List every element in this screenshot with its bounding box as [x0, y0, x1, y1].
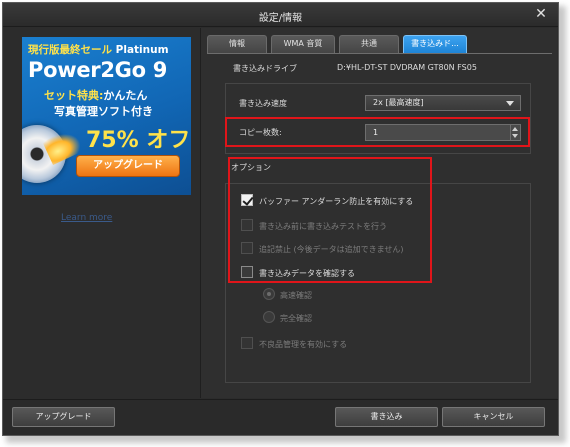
defect-management-checkbox[interactable]	[241, 337, 253, 349]
options-highlight-box	[228, 157, 432, 283]
tab-divider	[207, 53, 552, 54]
write-speed-select[interactable]: 2x [最高速度]	[365, 95, 521, 111]
fast-verify-label: 高速確認	[280, 291, 312, 300]
dialog-title: 設定/情報	[258, 13, 303, 24]
right-pane: 情報 WMA 音質 共通 書き込みド... 書き込みドライブ D:¥HL-DT-…	[200, 28, 557, 398]
left-pane: 現行版最終セール Platinum Power2Go 9 セット特典:かんたん …	[3, 28, 199, 398]
promo-sale-label: 現行版最終セール	[28, 44, 112, 56]
promo-upgrade-button[interactable]: アップグレード	[76, 155, 180, 177]
fast-verify-radio[interactable]	[263, 288, 275, 300]
tab-wma-quality[interactable]: WMA 音質	[271, 35, 335, 53]
promo-sale-text: 現行版最終セール Platinum	[28, 42, 169, 57]
promo-discount: 75% オフ	[86, 128, 191, 153]
copies-highlight-box	[225, 117, 530, 147]
full-verify-label: 完全確認	[280, 314, 312, 323]
promo-bonus-text: セット特典:かんたん	[44, 87, 147, 103]
promo-edition-label: Platinum	[115, 44, 169, 56]
burn-button[interactable]: 書き込み	[335, 407, 438, 427]
tab-burn-drive[interactable]: 書き込みド...	[403, 35, 467, 53]
write-speed-value: 2x [最高速度]	[373, 98, 424, 107]
tab-info[interactable]: 情報	[207, 35, 267, 53]
upgrade-button[interactable]: アップグレード	[12, 407, 115, 427]
chevron-down-icon	[506, 101, 514, 106]
promo-bonus-desc: かんたん	[103, 89, 148, 102]
promo-bonus-label: セット特典:	[44, 89, 104, 102]
button-bar: アップグレード 書き込み キャンセル	[3, 399, 558, 435]
learn-more-link[interactable]: Learn more	[61, 213, 112, 223]
drive-label: 書き込みドライブ	[233, 64, 297, 73]
write-speed-label: 書き込み速度	[239, 99, 287, 108]
drive-value: D:¥HL-DT-ST DVDRAM GT80N FS05	[337, 63, 477, 72]
tab-common[interactable]: 共通	[339, 35, 399, 53]
promo-banner[interactable]: 現行版最終セール Platinum Power2Go 9 セット特典:かんたん …	[22, 37, 191, 195]
title-bar: 設定/情報 ✕	[3, 3, 558, 27]
promo-product-name: Power2Go 9	[28, 58, 168, 82]
close-icon[interactable]: ✕	[534, 7, 548, 21]
cancel-button[interactable]: キャンセル	[442, 407, 545, 427]
full-verify-radio[interactable]	[263, 311, 275, 323]
defect-management-label: 不良品管理を有効にする	[259, 340, 348, 349]
settings-dialog: 設定/情報 ✕ 現行版最終セール Platinum Power2Go 9 セット…	[2, 2, 559, 436]
promo-bonus-desc-2: 写真管理ソフト付き	[54, 105, 153, 118]
